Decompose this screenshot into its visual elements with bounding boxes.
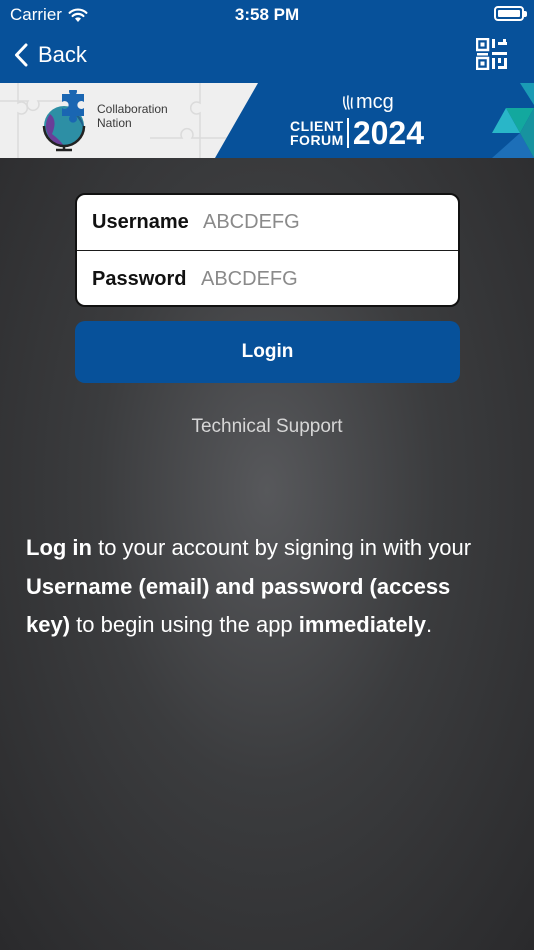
back-button[interactable]: Back	[14, 38, 87, 72]
mcg-mark-icon	[343, 94, 353, 110]
client-forum-title: CLIENT FORUM 2024	[290, 115, 425, 151]
back-label: Back	[38, 42, 87, 67]
forum-text: FORUM	[290, 132, 344, 148]
status-time: 3:58 PM	[234, 5, 300, 24]
nav-bar: Back	[0, 28, 534, 83]
username-input[interactable]	[203, 202, 448, 243]
password-input[interactable]	[201, 259, 446, 299]
battery-icon	[494, 6, 527, 21]
instructions-bold-login: Log in	[26, 535, 92, 560]
instructions-text-2: to begin using the app	[70, 612, 299, 637]
puzzle-globe-icon	[42, 90, 86, 152]
username-row: Username	[77, 195, 458, 251]
collaboration-nation-logo-text: Collaboration Nation	[97, 102, 168, 130]
forum-year: 2024	[352, 115, 425, 151]
instructions-text-1: to your account by signing in with your	[91, 535, 472, 560]
top-bar: Carrier 3:58 PM Back	[0, 0, 534, 83]
event-banner: Collaboration Nation mcg CLIENT FORUM 20…	[0, 83, 534, 158]
chevron-left-icon	[15, 43, 28, 67]
mcg-text: mcg	[356, 91, 394, 113]
logo-line-1: Collaboration	[97, 102, 168, 116]
mcg-logo: mcg	[342, 91, 394, 114]
technical-support-link[interactable]: Technical Support	[0, 416, 534, 438]
login-button[interactable]: Login	[75, 321, 460, 383]
username-label: Username	[92, 211, 189, 233]
client-forum-words: CLIENT FORUM	[290, 119, 344, 147]
instructions-bold-immediately: immediately	[298, 612, 426, 637]
client-text: CLIENT	[290, 118, 344, 134]
login-panel: Username Password Login Technical Suppor…	[0, 158, 534, 950]
title-divider	[346, 118, 349, 148]
password-label: Password	[92, 267, 187, 290]
password-row: Password	[77, 251, 458, 305]
status-bar: Carrier 3:58 PM	[0, 0, 534, 28]
login-instructions: Log in to your account by signing in wit…	[26, 529, 496, 645]
logo-line-2: Nation	[97, 116, 132, 130]
credentials-box: Username Password	[75, 193, 460, 307]
instructions-text-3: .	[425, 612, 433, 637]
qr-code-icon[interactable]	[476, 38, 508, 70]
